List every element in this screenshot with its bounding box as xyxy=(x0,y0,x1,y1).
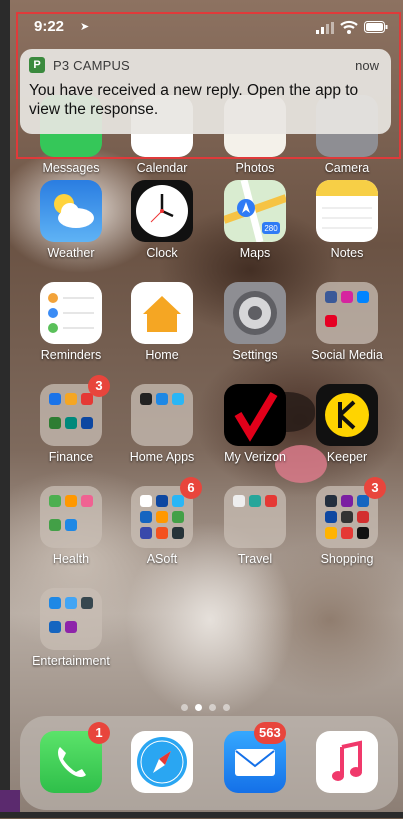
folder-icon xyxy=(224,486,286,548)
app-label: Home xyxy=(145,348,179,362)
app-label: Photos xyxy=(235,161,275,175)
verizon-check-icon xyxy=(224,384,286,446)
notification-badge: 3 xyxy=(364,477,386,499)
app-label: Weather xyxy=(47,246,95,260)
reminders-icon xyxy=(40,282,102,344)
weather-icon xyxy=(40,180,102,242)
app-clock[interactable]: Clock xyxy=(117,180,207,268)
app-label: Social Media xyxy=(311,348,383,362)
app-label: Notes xyxy=(330,246,364,260)
page-dot xyxy=(223,704,230,711)
folder-shopping[interactable]: 3 Shopping xyxy=(302,477,392,574)
maps-icon: 280 xyxy=(224,180,286,242)
notes-icon xyxy=(316,180,378,242)
app-label: Shopping xyxy=(320,552,374,566)
app-label: Home Apps xyxy=(129,450,195,464)
notification-badge: 1 xyxy=(88,722,110,744)
app-label: Health xyxy=(52,552,90,566)
folder-icon xyxy=(131,384,193,446)
app-label: Finance xyxy=(48,450,94,464)
app-my-verizon[interactable]: My Verizon xyxy=(210,384,300,472)
app-weather[interactable]: Weather xyxy=(26,180,116,268)
keeper-icon xyxy=(316,384,378,446)
app-label: Reminders xyxy=(40,348,102,362)
app-keeper[interactable]: Keeper xyxy=(302,384,392,472)
app-reminders[interactable]: Reminders xyxy=(26,282,116,370)
clock-icon xyxy=(131,180,193,242)
app-maps[interactable]: 280 Maps xyxy=(210,180,300,268)
app-label: Messages xyxy=(42,161,100,175)
app-label: Calendar xyxy=(136,161,188,175)
app-notes[interactable]: Notes xyxy=(302,180,392,268)
folder-health[interactable]: Health xyxy=(26,486,116,574)
page-dot xyxy=(209,704,216,711)
app-label: ASoft xyxy=(146,552,178,566)
app-label: Camera xyxy=(324,161,370,175)
annotation-highlight-box xyxy=(16,12,401,159)
page-indicator[interactable] xyxy=(181,704,241,712)
notification-badge: 563 xyxy=(254,722,286,744)
app-label: Clock xyxy=(146,246,178,260)
home-icon xyxy=(131,282,193,344)
dock-mail[interactable]: 563 xyxy=(210,722,300,819)
maps-route-number: 280 xyxy=(264,224,278,233)
notification-badge: 3 xyxy=(88,375,110,397)
folder-finance[interactable]: 3 Finance xyxy=(26,375,116,472)
folder-travel[interactable]: Travel xyxy=(210,486,300,574)
safari-compass-icon xyxy=(131,731,193,793)
page-dot xyxy=(181,704,188,711)
screen-left-edge xyxy=(0,0,10,818)
dock-safari[interactable] xyxy=(117,731,207,819)
settings-gear-icon xyxy=(224,282,286,344)
app-label: Keeper xyxy=(326,450,368,464)
app-label: Settings xyxy=(232,348,278,362)
app-label: Entertainment xyxy=(32,654,110,668)
page-dot-current xyxy=(195,704,202,711)
notification-badge: 6 xyxy=(180,477,202,499)
app-label: My Verizon xyxy=(224,450,286,464)
app-label: Travel xyxy=(237,552,273,566)
folder-entertainment[interactable]: Entertainment xyxy=(26,588,116,676)
music-note-icon xyxy=(316,731,378,793)
folder-icon xyxy=(40,588,102,650)
folder-home-apps[interactable]: Home Apps xyxy=(117,384,207,472)
folder-asoft[interactable]: 6 ASoft xyxy=(117,477,207,574)
dock-music[interactable] xyxy=(302,731,392,819)
folder-social-media[interactable]: Social Media xyxy=(302,282,392,370)
app-label: Maps xyxy=(239,246,271,260)
app-settings[interactable]: Settings xyxy=(210,282,300,370)
dock-phone[interactable]: 1 xyxy=(26,722,116,819)
app-home[interactable]: Home xyxy=(117,282,207,370)
folder-icon xyxy=(40,486,102,548)
folder-icon xyxy=(316,282,378,344)
